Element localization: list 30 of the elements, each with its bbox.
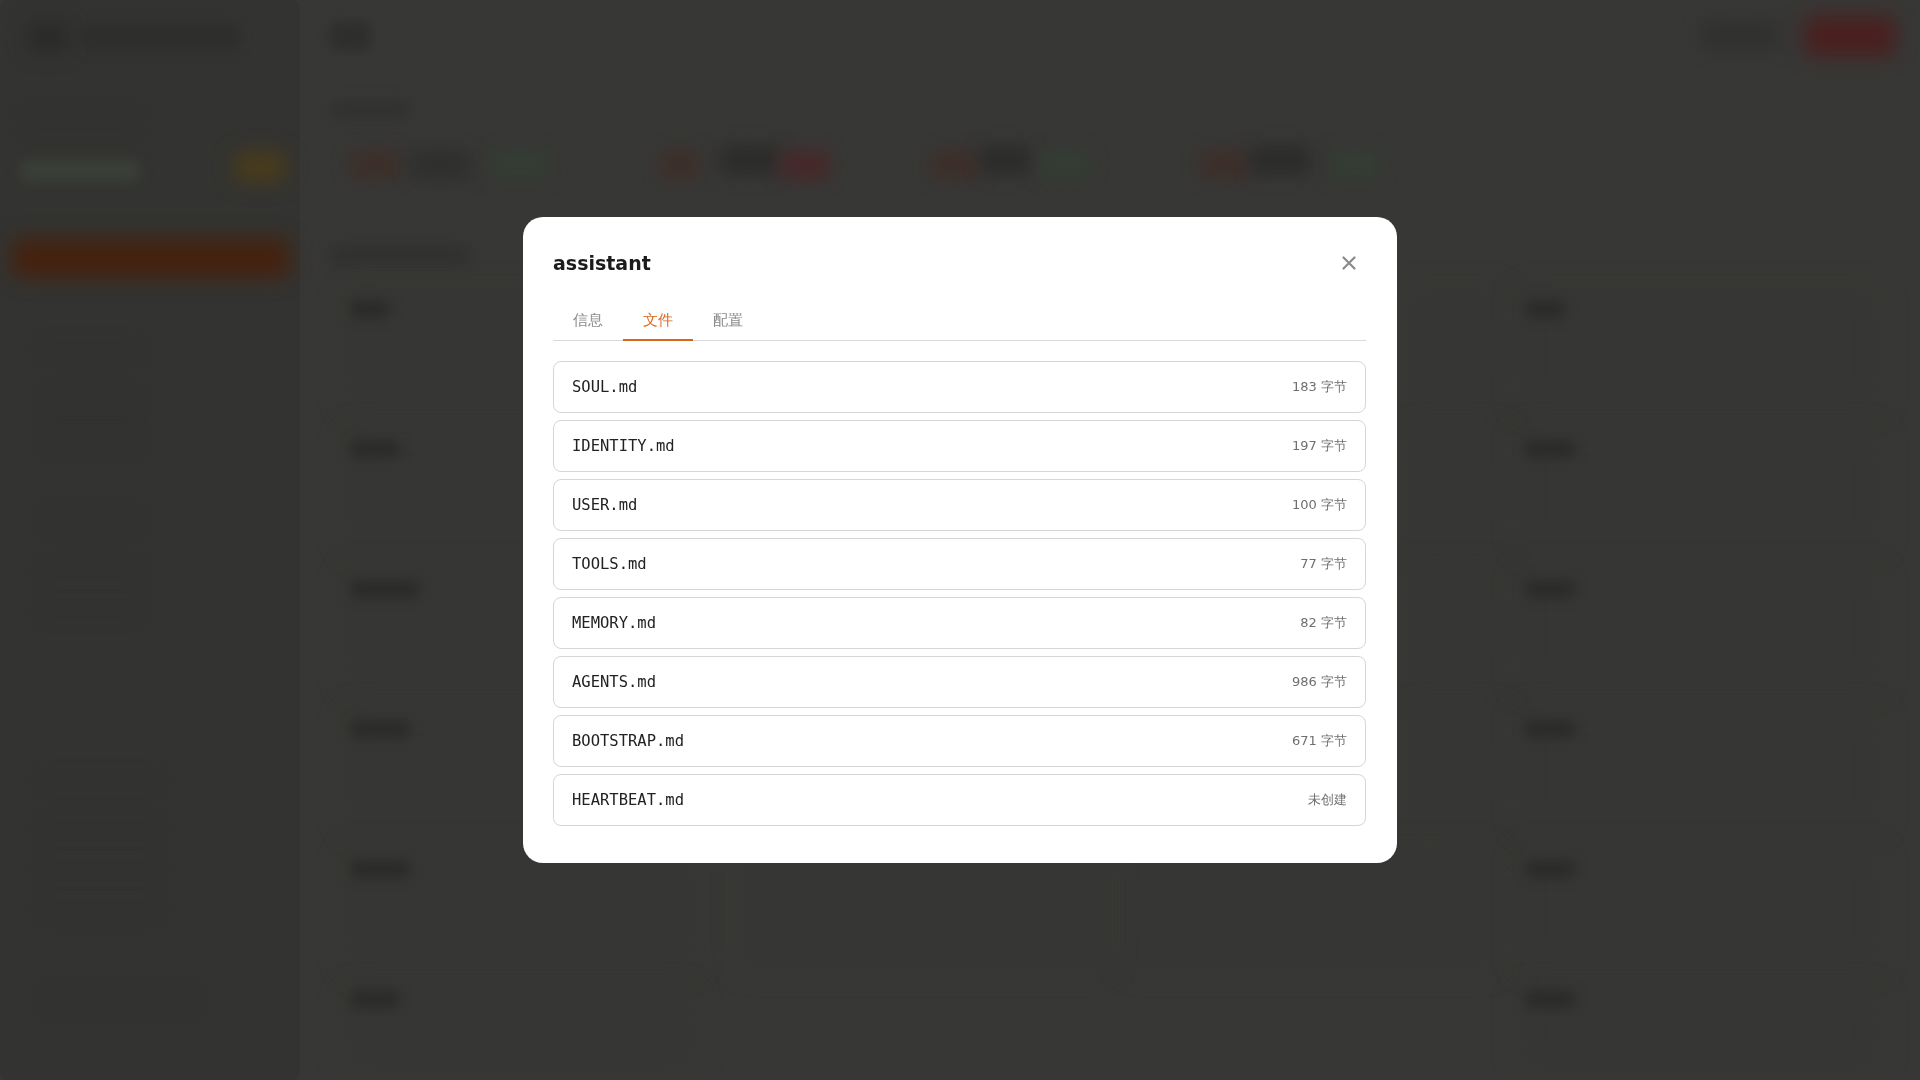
file-size: 986 字节 (1292, 673, 1347, 691)
file-name: MEMORY.md (572, 614, 656, 632)
file-size: 82 字节 (1300, 614, 1347, 632)
file-name: HEARTBEAT.md (572, 791, 684, 809)
file-list-item[interactable]: TOOLS.md 77 字节 (553, 538, 1366, 590)
close-icon (1342, 256, 1356, 270)
dialog-title: assistant (553, 251, 651, 275)
file-size: 未创建 (1308, 791, 1347, 809)
file-name: IDENTITY.md (572, 437, 675, 455)
tab[interactable]: 配置 (693, 303, 763, 341)
file-size: 197 字节 (1292, 437, 1347, 455)
file-name: BOOTSTRAP.md (572, 732, 684, 750)
file-name: AGENTS.md (572, 673, 656, 691)
file-list-item[interactable]: SOUL.md 183 字节 (553, 361, 1366, 413)
file-list-item[interactable]: HEARTBEAT.md 未创建 (553, 774, 1366, 826)
file-size: 671 字节 (1292, 732, 1347, 750)
file-name: SOUL.md (572, 378, 638, 396)
close-button[interactable] (1339, 253, 1359, 273)
file-name: USER.md (572, 496, 638, 514)
file-size: 183 字节 (1292, 378, 1347, 396)
file-size: 100 字节 (1292, 496, 1347, 514)
file-name: TOOLS.md (572, 555, 647, 573)
file-list-item[interactable]: USER.md 100 字节 (553, 479, 1366, 531)
file-list-item[interactable]: AGENTS.md 986 字节 (553, 656, 1366, 708)
tab[interactable]: 信息 (553, 303, 623, 341)
file-list-item[interactable]: MEMORY.md 82 字节 (553, 597, 1366, 649)
file-list-item[interactable]: IDENTITY.md 197 字节 (553, 420, 1366, 472)
file-list-item[interactable]: BOOTSTRAP.md 671 字节 (553, 715, 1366, 767)
file-size: 77 字节 (1300, 555, 1347, 573)
tab[interactable]: 文件 (623, 303, 693, 341)
